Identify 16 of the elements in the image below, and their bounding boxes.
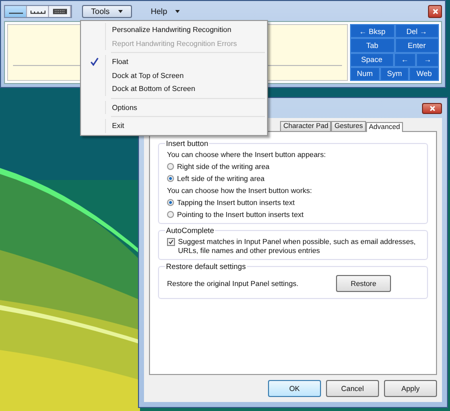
- comb-icon: [30, 8, 46, 15]
- close-icon: [432, 8, 438, 15]
- checkbox[interactable]: [167, 238, 175, 246]
- close-icon: [428, 104, 436, 112]
- radio-button[interactable]: [167, 199, 174, 206]
- close-button[interactable]: [422, 102, 442, 114]
- menu-button[interactable]: Tools: [82, 5, 132, 18]
- menu-button[interactable]: Help: [142, 5, 190, 18]
- radio-button[interactable]: [167, 175, 174, 182]
- writing-pad-mode-button[interactable]: [5, 6, 27, 17]
- caret-icon: [175, 10, 180, 14]
- radio-button[interactable]: [167, 211, 174, 218]
- caret-icon: [118, 10, 123, 14]
- radio-button[interactable]: [167, 163, 174, 170]
- close-button[interactable]: [428, 5, 442, 18]
- keyboard-icon: [52, 8, 68, 15]
